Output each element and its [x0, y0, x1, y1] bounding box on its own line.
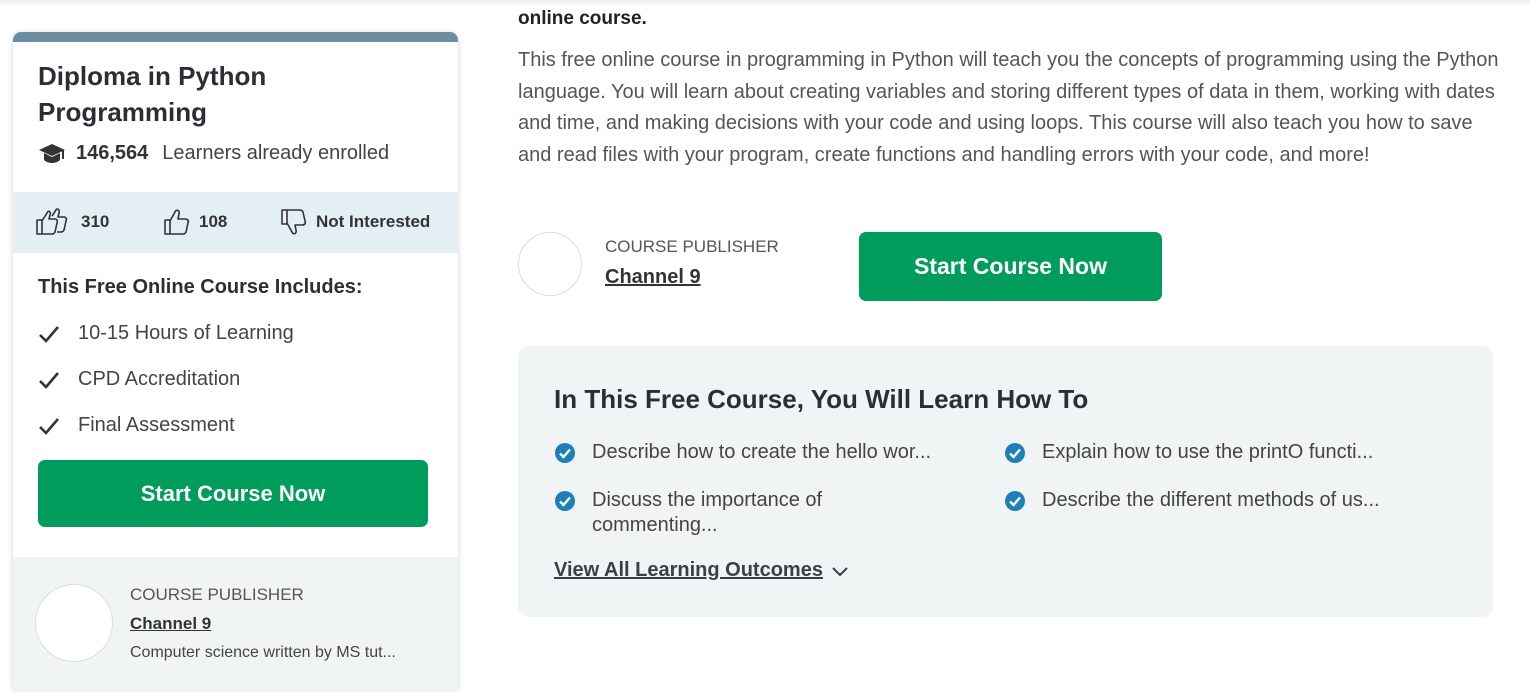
start-course-button-main[interactable]: Start Course Now: [859, 232, 1162, 301]
like-rating-button[interactable]: 108: [163, 208, 227, 236]
enrolled-label: Learners already enrolled: [162, 142, 390, 164]
includes-item-label: 10-15 Hours of Learning: [78, 322, 294, 344]
checkmark-icon: [39, 325, 59, 343]
outcome-text: Discuss the importance of commenting...: [592, 489, 823, 536]
check-circle-icon: [1005, 443, 1025, 463]
rating-bar: 310 108 Not Interested: [13, 192, 458, 253]
like-count: 108: [199, 212, 228, 231]
check-circle-icon: [1005, 491, 1025, 511]
learning-outcomes-panel: In This Free Course, You Will Learn How …: [518, 346, 1493, 617]
checkmark-icon: [39, 371, 59, 389]
course-summary-card: Diploma in Python Programming 146,564 Le…: [13, 32, 458, 692]
includes-item-label: CPD Accreditation: [78, 368, 241, 390]
enrollment-info: 146,564 Learners already enrolled: [38, 142, 389, 165]
not-interested-label: Not Interested: [316, 212, 431, 231]
publisher-avatar[interactable]: [35, 584, 113, 662]
includes-heading: This Free Online Course Includes:: [38, 276, 363, 298]
thumbs-down-icon: [281, 209, 307, 235]
description-lead: online course.: [518, 8, 647, 29]
thumbs-up-icon: [164, 209, 190, 235]
course-description: This free online course in programming i…: [518, 49, 1499, 166]
check-circle-icon: [555, 491, 575, 511]
double-thumbs-up-icon: [36, 208, 68, 235]
graduation-cap-icon: [39, 143, 65, 163]
publisher-avatar[interactable]: [518, 232, 582, 296]
outcome-item: Describe how to create the hello wor...: [554, 440, 974, 465]
view-all-label: View All Learning Outcomes: [554, 559, 823, 581]
publisher-name-link[interactable]: Channel 9: [605, 266, 701, 289]
start-course-button[interactable]: Start Course Now: [38, 460, 428, 527]
course-title: Diploma in Python Programming: [38, 61, 267, 127]
chevron-down-icon: [832, 566, 848, 576]
includes-item: CPD Accreditation: [38, 368, 240, 391]
includes-item: 10-15 Hours of Learning: [38, 322, 294, 345]
outcome-text: Explain how to use the printO functi...: [1042, 441, 1374, 463]
checkmark-icon: [39, 417, 59, 435]
card-publisher-panel: COURSE PUBLISHER Channel 9 Computer scie…: [13, 557, 458, 692]
publisher-name-link[interactable]: Channel 9: [130, 614, 211, 634]
includes-item: Final Assessment: [38, 414, 235, 437]
outcome-item: Describe the different methods of us...: [1004, 488, 1444, 513]
publisher-label: COURSE PUBLISHER: [130, 585, 304, 604]
learning-outcomes-title: In This Free Course, You Will Learn How …: [554, 384, 1089, 414]
enrolled-count: 146,564: [76, 142, 149, 164]
publisher-description: Computer science written by MS tut...: [130, 644, 396, 661]
outcome-text: Describe how to create the hello wor...: [592, 441, 932, 463]
outcome-item: Explain how to use the printO functi...: [1004, 440, 1444, 465]
card-top-bar: [13, 32, 458, 42]
outcome-item: Discuss the importance of commenting...: [554, 488, 894, 538]
publisher-label: COURSE PUBLISHER: [605, 237, 779, 256]
check-circle-icon: [555, 443, 575, 463]
love-count: 310: [81, 212, 110, 231]
includes-item-label: Final Assessment: [78, 414, 235, 436]
outcome-text: Describe the different methods of us...: [1042, 489, 1380, 511]
love-rating-button[interactable]: 310: [35, 208, 109, 236]
top-shadow: [0, 0, 1530, 6]
not-interested-button[interactable]: Not Interested: [280, 208, 430, 236]
view-all-outcomes-link[interactable]: View All Learning Outcomes: [554, 559, 849, 582]
